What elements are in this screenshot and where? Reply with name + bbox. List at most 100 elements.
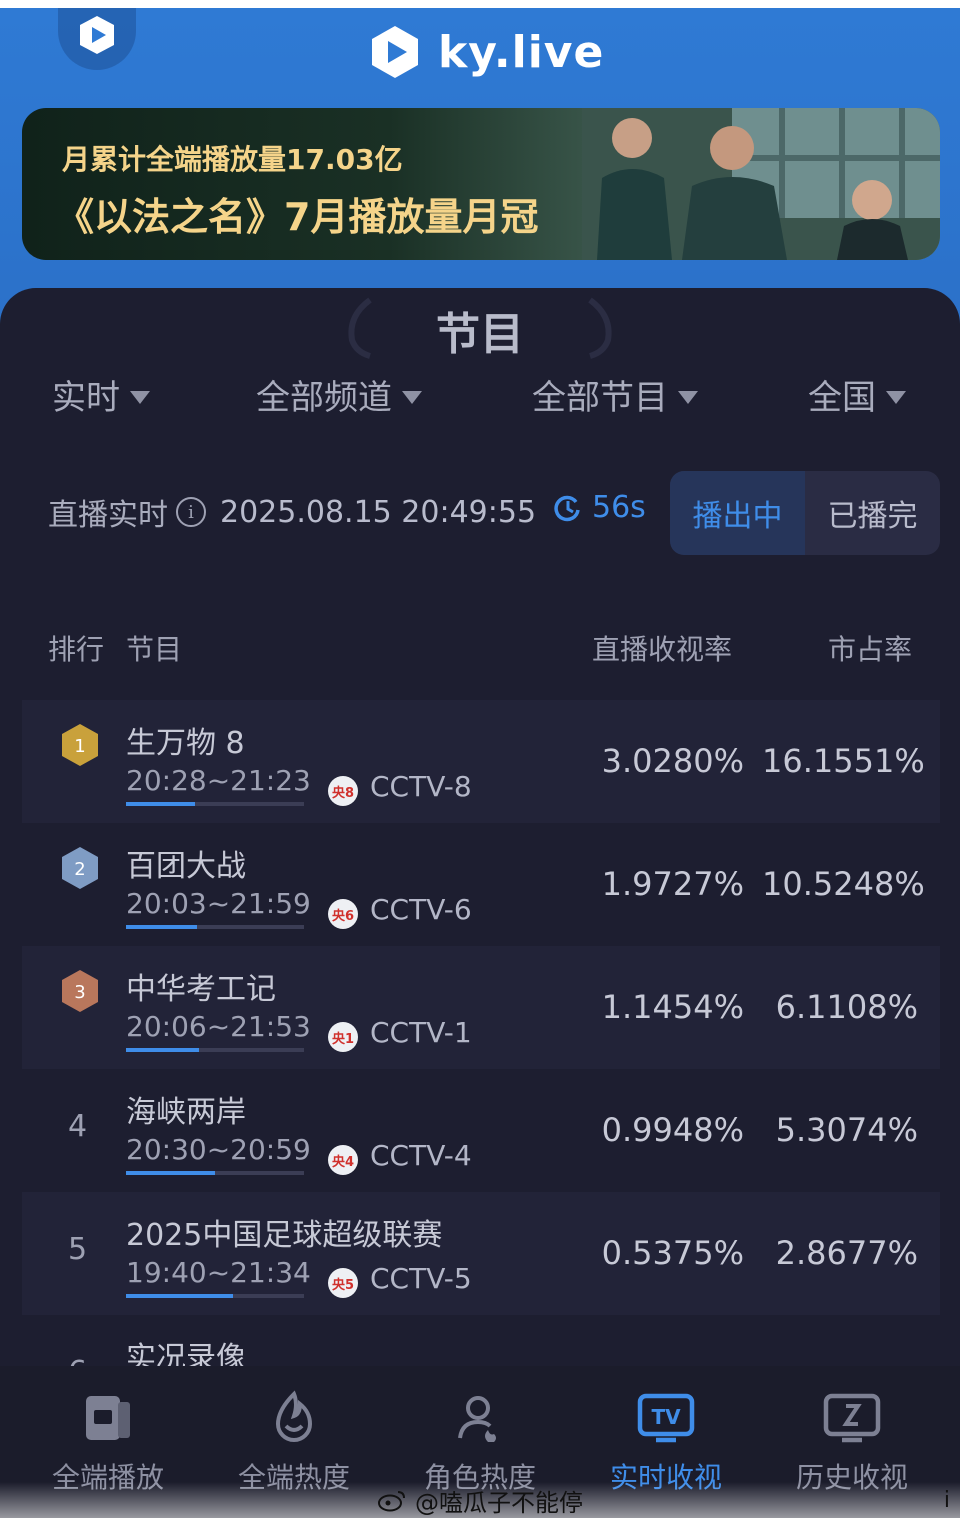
filter-program-label: 全部节目 [532, 378, 668, 418]
filter-bar: 实时 全部频道 全部节目 全国 [0, 370, 960, 420]
svg-text:2: 2 [74, 859, 85, 880]
cctv-badge-icon: 央1 [328, 1022, 358, 1052]
header-program: 节目 [126, 633, 183, 666]
table-header: 排行 节目 直播收视率 市占率 [0, 628, 960, 672]
airtime-progress [126, 1171, 304, 1175]
tv-icon: TV [637, 1393, 695, 1443]
info-icon[interactable]: i [176, 497, 206, 527]
market-share: 6.1108% [775, 988, 918, 1026]
ranking-list: 1 生万物 8 20:28~21:23 央8 CCTV-8 3.0280% 16… [22, 700, 940, 1438]
program-time: 20:03~21:59 [126, 887, 311, 920]
banner-title: 《以法之名》7月播放量月冠 [56, 195, 539, 239]
filter-time-label: 实时 [52, 378, 120, 418]
airtime-progress [126, 1294, 304, 1298]
refresh-icon [554, 495, 580, 521]
svg-text:1: 1 [74, 736, 85, 757]
filter-region[interactable]: 全国 [808, 370, 906, 419]
cctv-badge-icon: 央8 [328, 776, 358, 806]
refresh-seconds: 56s [592, 490, 646, 525]
market-share: 2.8677% [775, 1234, 918, 1272]
broadcast-status-toggle: 播出中 已播完 [670, 471, 940, 555]
silver-medal-icon: 2 [62, 847, 98, 889]
filter-time[interactable]: 实时 [52, 370, 150, 419]
program-time: 19:40~21:34 [126, 1256, 311, 1289]
live-label-group: 直播实时 i 2025.08.15 20:49:55 [48, 490, 536, 534]
live-rating: 3.0280% [601, 742, 744, 780]
market-share: 10.5248% [762, 865, 925, 903]
panel-title: 节目 [436, 309, 524, 360]
brand-name: ky.live [438, 26, 605, 78]
gold-medal-icon: 1 [62, 724, 98, 766]
segment-airing[interactable]: 播出中 [670, 471, 805, 555]
live-rating: 0.9948% [601, 1111, 744, 1149]
bronze-medal-icon: 3 [62, 970, 98, 1012]
filter-program[interactable]: 全部节目 [532, 370, 698, 419]
svg-text:3: 3 [74, 982, 85, 1003]
program-name: 生万物 8 [126, 726, 245, 761]
filter-channel-label: 全部频道 [256, 378, 392, 418]
user-heat-icon [458, 1396, 496, 1442]
rank-number: 4 [68, 1109, 88, 1144]
live-rating: 0.5375% [601, 1234, 744, 1272]
channel-name: CCTV-4 [370, 1139, 472, 1172]
program-name: 海峡两岸 [126, 1095, 246, 1130]
live-rating: 1.9727% [601, 865, 744, 903]
cctv-badge-icon: 央5 [328, 1268, 358, 1298]
cctv-badge-icon: 央4 [328, 1145, 358, 1175]
weibo-logo-icon [378, 1491, 405, 1512]
tab-all-play[interactable]: 全端播放 [18, 1388, 198, 1496]
channel-name: CCTV-6 [370, 893, 472, 926]
brand-logo-icon [372, 26, 418, 78]
banner-subtitle: 月累计全端播放量17.03亿 [62, 143, 403, 176]
channel-name: CCTV-5 [370, 1262, 472, 1295]
program-name: 中华考工记 [126, 972, 276, 1007]
program-time: 20:30~20:59 [126, 1133, 311, 1166]
channel-name: CCTV-8 [370, 770, 472, 803]
svg-text:TV: TV [651, 1405, 681, 1429]
history-tv-icon [823, 1393, 881, 1443]
live-rating: 1.1454% [601, 988, 744, 1026]
watermark-text: @嗑瓜子不能停 [415, 1488, 583, 1517]
tab-role-heat[interactable]: 角色热度 [390, 1388, 570, 1496]
program-name: 2025中国足球超级联赛 [126, 1218, 443, 1253]
live-label: 直播实时 [48, 498, 168, 533]
rank-number: 5 [68, 1232, 88, 1267]
market-share: 5.3074% [775, 1111, 918, 1149]
filter-channel[interactable]: 全部频道 [256, 370, 422, 419]
corner-mark: i [943, 1488, 950, 1513]
app-menu-button[interactable] [58, 8, 136, 70]
table-row[interactable]: 1 生万物 8 20:28~21:23 央8 CCTV-8 3.0280% 16… [22, 700, 940, 823]
header-rating[interactable]: 直播收视率 [592, 628, 732, 668]
table-row[interactable]: 4 海峡两岸 20:30~20:59 央4 CCTV-4 0.9948% 5.3… [22, 1069, 940, 1192]
airtime-progress [126, 802, 304, 806]
ratings-panel: 节目 实时 全部频道 全部节目 全国 直播实时 i 2025.08.15 20:… [0, 288, 960, 1518]
weibo-watermark: @嗑瓜子不能停 [0, 1482, 960, 1518]
table-row[interactable]: 5 2025中国足球超级联赛 19:40~21:34 央5 CCTV-5 0.5… [22, 1192, 940, 1315]
tab-history-rating[interactable]: 历史收视 [762, 1388, 942, 1496]
caret-down-icon [402, 391, 422, 404]
tab-live-rating[interactable]: TV 实时收视 [576, 1388, 756, 1496]
play-card-icon [86, 1396, 130, 1440]
banner-poster-image [582, 108, 940, 260]
segment-finished[interactable]: 已播完 [805, 471, 940, 555]
cctv-badge-icon: 央6 [328, 899, 358, 929]
channel-name: CCTV-1 [370, 1016, 472, 1049]
caret-down-icon [130, 391, 150, 404]
program-time: 20:06~21:53 [126, 1010, 311, 1043]
flame-icon [275, 1390, 313, 1442]
header-rank: 排行 [48, 633, 105, 666]
table-row[interactable]: 3 中华考工记 20:06~21:53 央1 CCTV-1 1.1454% 6.… [22, 946, 940, 1069]
app-screen: ky.live 月累计全端播放量17.03亿 《以法之名》7月播放量月冠 节目 … [0, 8, 960, 1518]
filter-region-label: 全国 [808, 378, 876, 418]
tab-all-heat[interactable]: 全端热度 [204, 1388, 384, 1496]
live-timestamp: 2025.08.15 20:49:55 [220, 494, 537, 530]
play-logo-icon [80, 16, 114, 54]
refresh-countdown[interactable]: 56s [552, 490, 646, 525]
header-share[interactable]: 市占率 [828, 628, 912, 668]
airtime-progress [126, 925, 304, 929]
program-time: 20:28~21:23 [126, 764, 311, 797]
market-share: 16.1551% [762, 742, 925, 780]
promo-banner[interactable]: 月累计全端播放量17.03亿 《以法之名》7月播放量月冠 [22, 108, 940, 260]
brand: ky.live [366, 20, 604, 84]
table-row[interactable]: 2 百团大战 20:03~21:59 央6 CCTV-6 1.9727% 10.… [22, 823, 940, 946]
